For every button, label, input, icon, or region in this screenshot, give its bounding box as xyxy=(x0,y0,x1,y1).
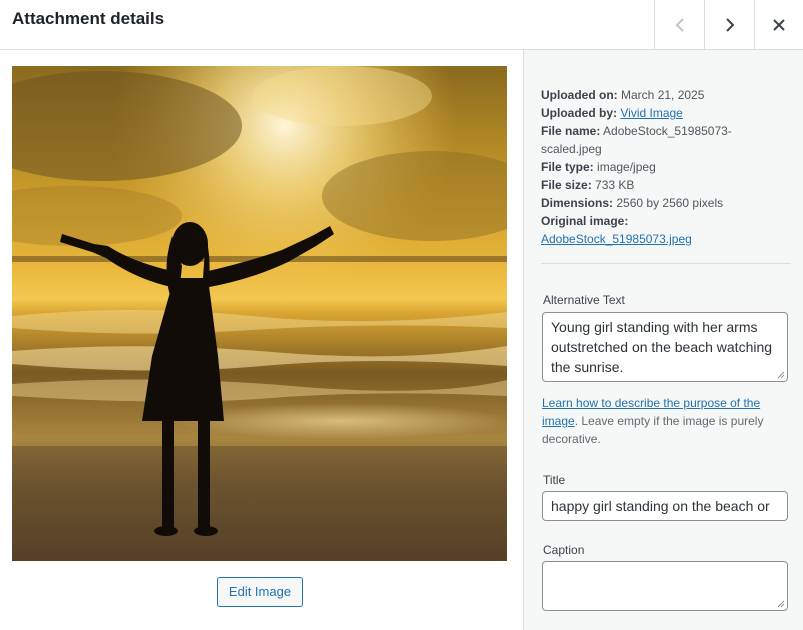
uploaded-by-row: Uploaded by: Vivid Image xyxy=(541,104,791,122)
alt-text-help: Learn how to describe the purpose of the… xyxy=(542,394,792,448)
uploaded-by-link[interactable]: Vivid Image xyxy=(620,106,682,120)
uploaded-on-row: Uploaded on: March 21, 2025 xyxy=(541,86,791,104)
file-name-continued: scaled.jpeg xyxy=(541,142,602,156)
resize-handle-icon[interactable] xyxy=(777,371,785,379)
help-text-line1: . Leave empty if the image is purely xyxy=(574,414,764,428)
file-size-label: File size: xyxy=(541,178,592,192)
file-name-value: AdobeStock_51985073- xyxy=(603,124,732,138)
attachment-preview: Edit Image xyxy=(0,50,523,630)
details-divider xyxy=(541,263,791,264)
caption-field[interactable] xyxy=(542,561,788,611)
original-image-link-row: AdobeStock_51985073.jpeg xyxy=(541,230,791,248)
original-image-label: Original image: xyxy=(541,214,629,228)
uploaded-on-value: March 21, 2025 xyxy=(621,88,705,102)
original-image-row: Original image: xyxy=(541,212,791,230)
close-button[interactable] xyxy=(754,0,803,49)
dimensions-row: Dimensions: 2560 by 2560 pixels xyxy=(541,194,791,212)
help-text-line2: decorative. xyxy=(542,432,601,446)
previous-attachment-button[interactable] xyxy=(654,0,704,49)
file-type-label: File type: xyxy=(541,160,594,174)
dimensions-value: 2560 by 2560 pixels xyxy=(616,196,724,210)
attachment-image xyxy=(12,66,507,561)
uploaded-on-label: Uploaded on: xyxy=(541,88,618,102)
uploaded-by-label: Uploaded by: xyxy=(541,106,618,120)
dimensions-label: Dimensions: xyxy=(541,196,614,210)
file-name-row: File name: AdobeStock_51985073- xyxy=(541,122,791,140)
help-link-line2: image xyxy=(542,414,575,428)
edit-image-button[interactable]: Edit Image xyxy=(217,577,303,607)
next-attachment-button[interactable] xyxy=(704,0,754,49)
caption-label: Caption xyxy=(543,543,585,557)
title-field[interactable]: happy girl standing on the beach or xyxy=(542,491,788,521)
modal-header: Attachment details xyxy=(0,0,803,50)
close-icon xyxy=(773,18,785,31)
title-label: Title xyxy=(543,473,566,487)
file-type-row: File type: image/jpeg xyxy=(541,158,791,176)
resize-handle-icon[interactable] xyxy=(777,600,785,608)
file-details: Uploaded on: March 21, 2025 Uploaded by:… xyxy=(541,86,791,248)
file-type-value: image/jpeg xyxy=(597,160,656,174)
original-image-link[interactable]: AdobeStock_51985073.jpeg xyxy=(541,232,692,246)
file-size-value: 733 KB xyxy=(595,178,635,192)
file-name-label: File name: xyxy=(541,124,601,138)
attachment-info-sidebar: Uploaded on: March 21, 2025 Uploaded by:… xyxy=(523,50,803,630)
alt-text-field[interactable]: Young girl standing with her arms outstr… xyxy=(542,312,788,382)
alt-text-label: Alternative Text xyxy=(543,293,625,307)
chevron-right-icon xyxy=(725,17,734,32)
file-size-row: File size: 733 KB xyxy=(541,176,791,194)
attachment-details-modal: Attachment details Edit Image Uploaded o… xyxy=(0,0,803,630)
modal-title: Attachment details xyxy=(12,9,165,28)
chevron-left-icon xyxy=(675,17,684,32)
help-link-line1: Learn how to describe the purpose of the xyxy=(542,396,761,410)
alt-text-value: Young girl standing with her arms outstr… xyxy=(551,319,773,375)
